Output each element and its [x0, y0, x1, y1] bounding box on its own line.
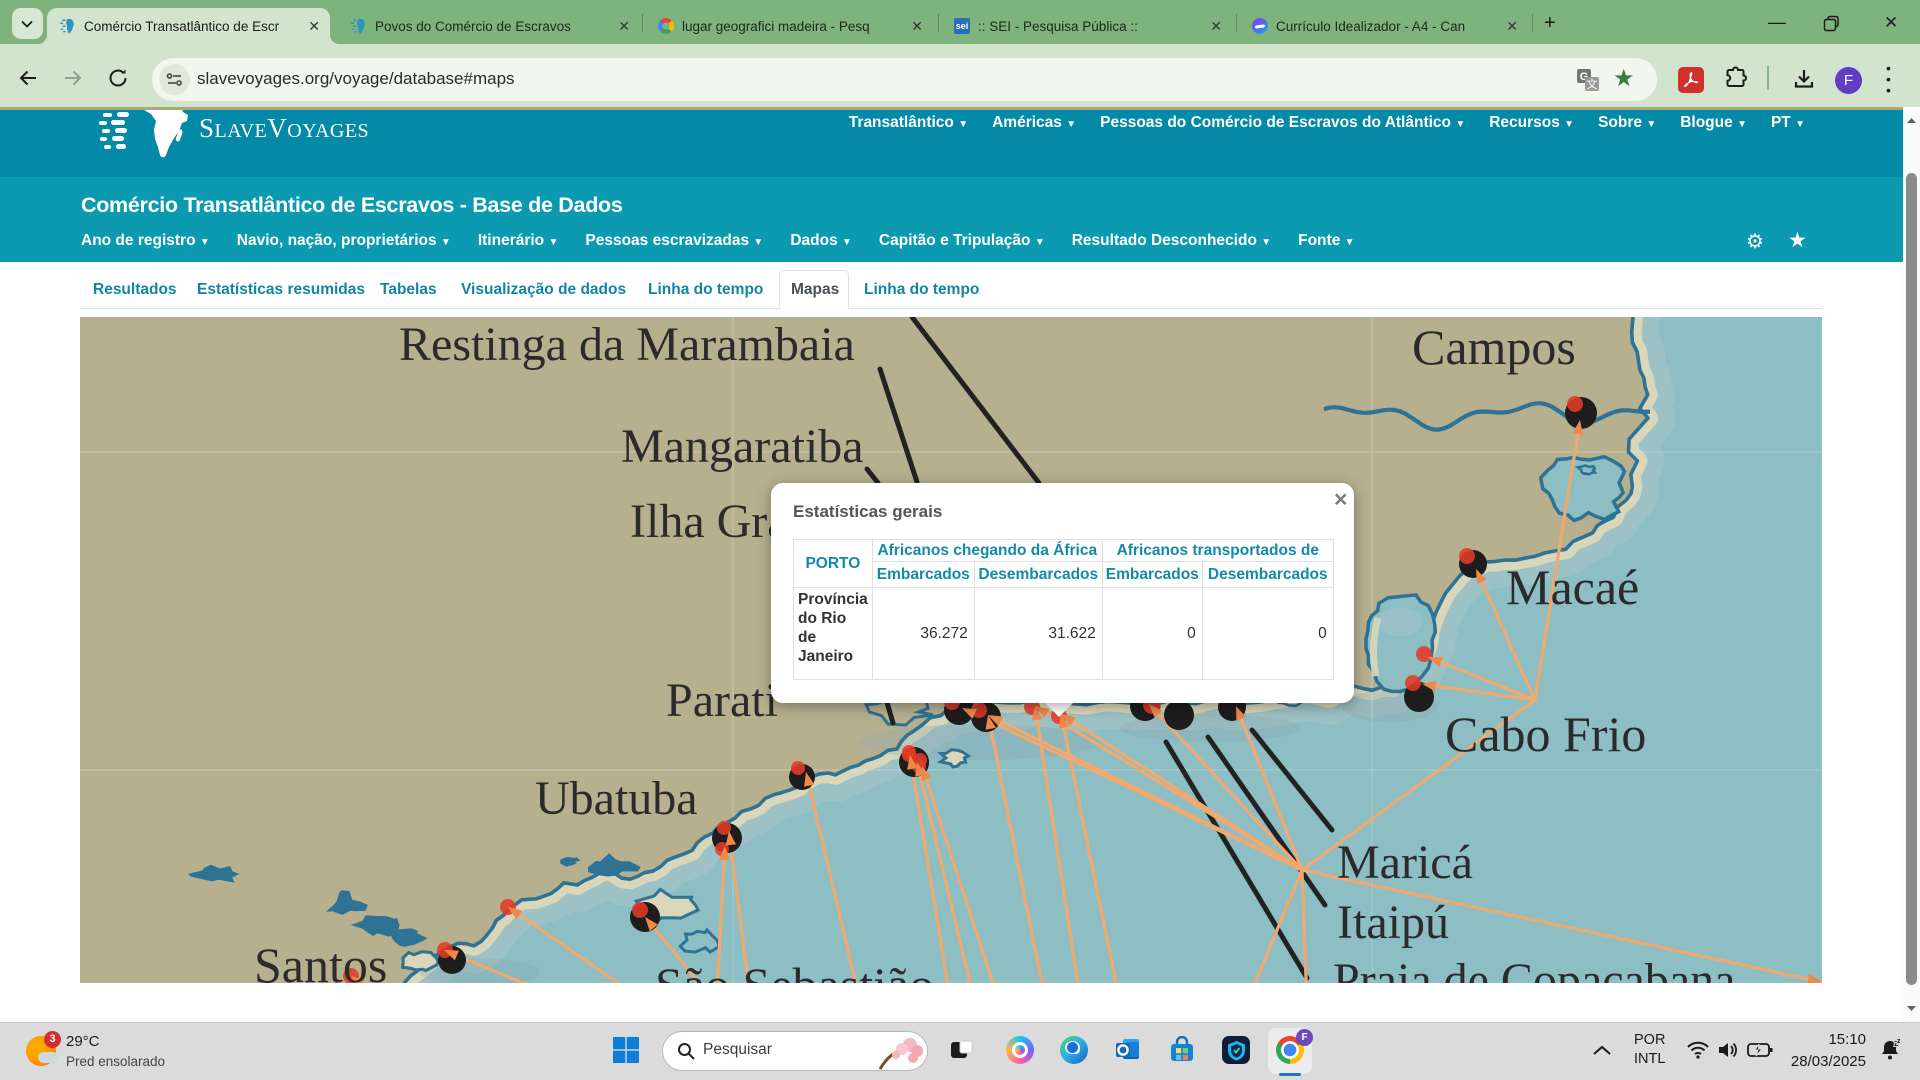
svg-text:Santos: Santos: [254, 937, 387, 983]
svg-text:Praia de Copacabana: Praia de Copacabana: [1333, 954, 1735, 983]
svg-text:São Sebastião: São Sebastião: [655, 957, 934, 983]
svg-text:Parati: Parati: [666, 674, 778, 727]
svg-text:Itaipú: Itaipú: [1337, 896, 1449, 949]
svg-text:z: z: [1897, 1038, 1901, 1045]
svg-text:Cabo Frio: Cabo Frio: [1445, 706, 1646, 762]
svg-text:文: 文: [1587, 77, 1598, 91]
svg-text:Mangaratiba: Mangaratiba: [621, 420, 864, 473]
svg-text:Macaé: Macaé: [1506, 559, 1639, 615]
svg-text:Campos: Campos: [1412, 319, 1576, 375]
svg-text:Maricá: Maricá: [1337, 836, 1473, 889]
svg-text:Ubatuba: Ubatuba: [535, 772, 698, 825]
svg-text:Restinga da Marambaia: Restinga da Marambaia: [399, 318, 855, 371]
